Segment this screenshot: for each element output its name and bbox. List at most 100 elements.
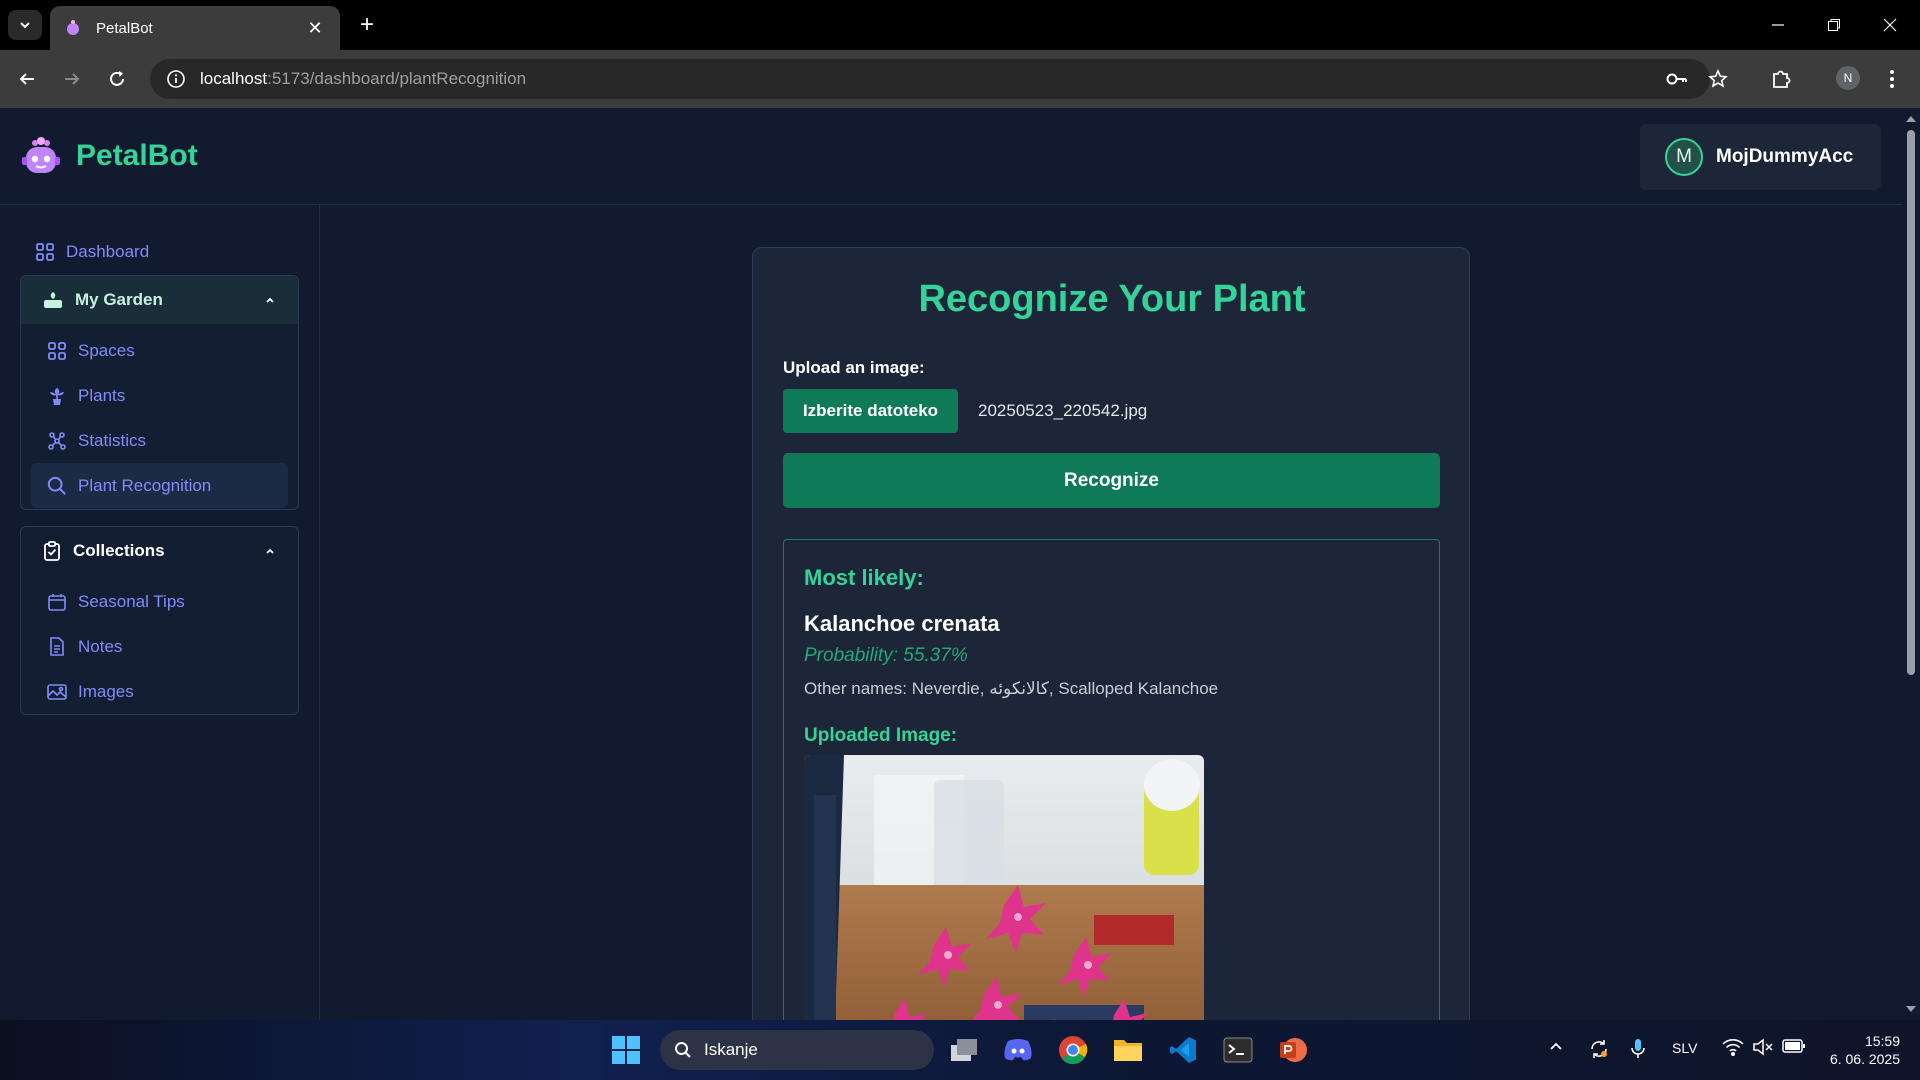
vscode-app[interactable]: [1163, 1030, 1203, 1070]
sidebar-item-statistics[interactable]: Statistics: [21, 418, 298, 463]
password-key-button[interactable]: [1662, 64, 1692, 94]
bookmark-button[interactable]: [1703, 64, 1733, 94]
terminal-app[interactable]: [1218, 1030, 1258, 1070]
back-button[interactable]: [12, 64, 42, 94]
result-heading: Most likely:: [804, 565, 924, 590]
close-window-button[interactable]: [1862, 0, 1918, 50]
forward-button[interactable]: [57, 64, 87, 94]
user-name: MojDummyAcc: [1716, 146, 1854, 167]
calendar-icon: [47, 593, 67, 611]
grid-icon: [47, 341, 67, 360]
sync-tray[interactable]: [1588, 1038, 1610, 1063]
close-icon: [1883, 18, 1897, 32]
start-button[interactable]: [606, 1030, 646, 1070]
chrome-menu-button[interactable]: [1877, 64, 1907, 94]
chevron-up-icon: [1550, 1042, 1562, 1050]
wifi-tray[interactable]: [1722, 1038, 1744, 1059]
sidebar-item-dashboard[interactable]: Dashboard: [36, 242, 149, 262]
scroll-thumb[interactable]: [1907, 130, 1915, 675]
powerpoint-icon: [1280, 1038, 1307, 1062]
vscode-icon: [1170, 1037, 1196, 1063]
terminal-icon: [1223, 1037, 1253, 1063]
plant-icon: [47, 386, 67, 406]
chevron-up-icon: [264, 294, 276, 306]
scroll-down-icon[interactable]: [1902, 1002, 1920, 1016]
chrome-app[interactable]: [1053, 1030, 1093, 1070]
collections-group: Collections Seasonal Tips Notes Images: [20, 526, 299, 715]
search-icon: [675, 1042, 691, 1058]
sidebar-item-images[interactable]: Images: [21, 669, 298, 714]
minimize-button[interactable]: [1750, 0, 1806, 50]
robot-logo-icon: [22, 137, 60, 173]
user-menu-button[interactable]: M MojDummyAcc: [1640, 124, 1881, 190]
sidebar-item-label: Images: [78, 681, 134, 701]
collections-title: Collections: [73, 541, 165, 560]
uploaded-image-label: Uploaded Image:: [804, 725, 958, 746]
new-tab-button[interactable]: +: [352, 10, 382, 40]
taskbar-search-placeholder: Iskanje: [704, 1040, 758, 1059]
page-scrollbar[interactable]: [1902, 108, 1920, 1020]
battery-tray[interactable]: [1782, 1038, 1806, 1057]
sidebar: Dashboard My Garden Spaces Plants Statis…: [0, 205, 320, 1020]
task-view-button[interactable]: [944, 1030, 984, 1070]
document-icon: [47, 637, 67, 656]
scroll-up-icon[interactable]: [1902, 112, 1920, 126]
chevron-down-icon: [20, 22, 30, 29]
taskbar-search[interactable]: Iskanje: [660, 1030, 934, 1070]
sidebar-item-spaces[interactable]: Spaces: [21, 328, 298, 373]
sidebar-item-label: Notes: [78, 636, 123, 656]
volume-tray[interactable]: [1752, 1038, 1774, 1059]
sidebar-item-label: Plant Recognition: [78, 475, 212, 495]
discord-app[interactable]: [998, 1030, 1038, 1070]
discord-icon: [1004, 1039, 1032, 1061]
show-hidden-icons[interactable]: [1548, 1038, 1564, 1057]
reload-icon: [110, 71, 124, 86]
powerpoint-app[interactable]: [1273, 1030, 1313, 1070]
browser-toolbar: localhost:5173/dashboard/plantRecognitio…: [0, 50, 1920, 108]
sidebar-item-notes[interactable]: Notes: [21, 624, 298, 669]
selected-file-name: 20250523_220542.jpg: [978, 401, 1148, 420]
extensions-button[interactable]: [1766, 64, 1796, 94]
sidebar-item-label: Dashboard: [66, 242, 150, 261]
folder-icon: [1114, 1040, 1142, 1061]
browser-tab-strip: PetalBot ✕ +: [0, 0, 1920, 50]
browser-tab[interactable]: PetalBot ✕: [50, 6, 340, 50]
reload-button[interactable]: [102, 64, 132, 94]
recognition-result: Most likely: Kalanchoe crenata Probabili…: [783, 539, 1440, 1020]
sidebar-item-plants[interactable]: Plants: [21, 373, 298, 418]
app-logo[interactable]: PetalBot: [20, 135, 198, 177]
clock-date: 6. 06. 2025: [1829, 1051, 1900, 1067]
my-garden-toggle[interactable]: My Garden: [21, 276, 298, 324]
chevron-up-icon: [264, 545, 276, 557]
taskbar-clock[interactable]: 15:59 6. 06. 2025: [1820, 1032, 1900, 1068]
key-icon: [1666, 73, 1687, 85]
grid-icon: [36, 243, 54, 261]
page-title: Recognize Your Plant: [918, 278, 1306, 320]
microphone-tray[interactable]: [1630, 1038, 1646, 1063]
url-path: :5173/dashboard/plantRecognition: [267, 69, 527, 88]
app-header: PetalBot M MojDummyAcc: [0, 108, 1902, 205]
sidebar-item-plant-recognition[interactable]: Plant Recognition: [31, 463, 288, 508]
avatar: M: [1665, 138, 1703, 176]
upload-label: Upload an image:: [783, 358, 925, 377]
restore-button[interactable]: [1806, 0, 1862, 50]
star-icon: [1708, 69, 1728, 88]
language-indicator[interactable]: SLV: [1672, 1040, 1697, 1056]
collections-toggle[interactable]: Collections: [21, 527, 298, 575]
profile-avatar[interactable]: N: [1836, 66, 1860, 90]
other-names: Other names: Neverdie, کالانکوئه, Scallo…: [804, 679, 1219, 698]
tab-search-button[interactable]: [8, 10, 42, 40]
microphone-icon: [1631, 1039, 1645, 1058]
site-info-icon[interactable]: [166, 69, 186, 89]
url-host: localhost: [200, 69, 268, 88]
recognize-button[interactable]: Recognize: [783, 453, 1440, 508]
address-bar[interactable]: localhost:5173/dashboard/plantRecognitio…: [150, 59, 1710, 99]
sidebar-item-label: Plants: [78, 385, 126, 405]
choose-file-button[interactable]: Izberite datoteko: [783, 389, 958, 433]
my-garden-title: My Garden: [75, 290, 163, 309]
wifi-icon: [1722, 1039, 1744, 1057]
file-explorer-app[interactable]: [1108, 1030, 1148, 1070]
close-tab-icon[interactable]: ✕: [304, 18, 326, 39]
sidebar-item-seasonal-tips[interactable]: Seasonal Tips: [21, 579, 298, 624]
volume-muted-icon: [1753, 1038, 1773, 1056]
